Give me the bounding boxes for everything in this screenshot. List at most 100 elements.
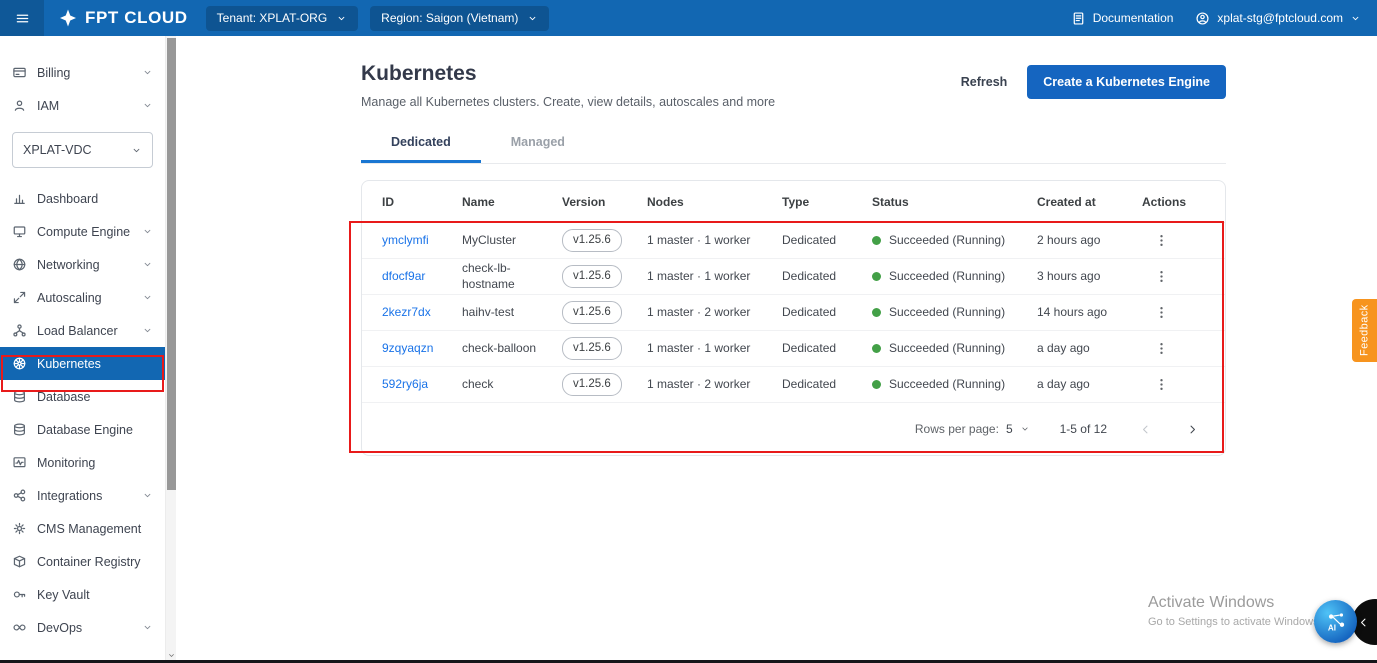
created-at-cell: a day ago <box>1037 341 1142 357</box>
row-actions-button[interactable] <box>1150 229 1173 252</box>
version-chip: v1.25.6 <box>562 337 622 360</box>
cluster-id-cell: ymclymfi <box>382 233 462 249</box>
cluster-id-link[interactable]: 9zqyaqzn <box>382 341 433 355</box>
status-badge: Succeeded (Running) <box>872 233 1037 249</box>
status-badge: Succeeded (Running) <box>872 341 1037 357</box>
brand: FPT CLOUD <box>58 8 188 28</box>
tab-dedicated[interactable]: Dedicated <box>361 123 481 163</box>
sidebar-item-compute-engine[interactable]: Compute Engine <box>0 215 165 248</box>
type-cell: Dedicated <box>782 341 872 357</box>
column-header-type: Type <box>782 195 872 209</box>
topbar-right: Documentation xplat-stg@fptcloud.com <box>1071 11 1377 26</box>
sidebar-item-integrations[interactable]: Integrations <box>0 479 165 512</box>
sidebar-item-label: Database <box>37 390 91 404</box>
documentation-link[interactable]: Documentation <box>1071 11 1174 26</box>
sidebar-item-kubernetes[interactable]: Kubernetes <box>0 347 165 380</box>
region-selector[interactable]: Region: Saigon (Vietnam) <box>370 6 549 31</box>
watermark-line2: Go to Settings to activate Windows <box>1148 616 1319 628</box>
sidebar-item-iam[interactable]: IAM <box>0 89 165 122</box>
sidebar-item-label: CMS Management <box>37 522 141 536</box>
tabs: Dedicated Managed <box>361 123 1226 164</box>
table-row: 2kezr7dxhaihv-testv1.25.61 master · 2 wo… <box>362 295 1225 331</box>
ai-assistant-button[interactable]: AI <box>1314 600 1357 643</box>
chevron-down-icon <box>142 100 153 111</box>
type-cell: Dedicated <box>782 233 872 249</box>
nodes-cell: 1 master · 1 worker <box>647 269 782 285</box>
sidebar-item-cms-management[interactable]: CMS Management <box>0 512 165 545</box>
cluster-name-cell: MyCluster <box>462 233 562 249</box>
sidebar-item-label: Networking <box>37 258 100 272</box>
page-header: Kubernetes Manage all Kubernetes cluster… <box>361 62 1226 109</box>
column-header-status: Status <box>872 195 1037 209</box>
actions-cell <box>1142 229 1205 253</box>
cluster-id-cell: 2kezr7dx <box>382 305 462 321</box>
row-actions-button[interactable] <box>1150 265 1173 288</box>
chevron-down-icon <box>142 622 153 633</box>
status-label: Succeeded (Running) <box>889 377 1005 393</box>
status-dot-icon <box>872 272 881 281</box>
tenant-selector[interactable]: Tenant: XPLAT-ORG <box>206 6 359 31</box>
sidebar-scrollbar-thumb[interactable] <box>167 38 176 490</box>
fpt-cloud-logo-icon <box>58 8 78 28</box>
sidebar-item-key-vault[interactable]: Key Vault <box>0 578 165 611</box>
nodes-cell: 1 master · 2 worker <box>647 305 782 321</box>
chevron-down-icon <box>1350 13 1361 24</box>
sidebar-item-database-engine[interactable]: Database Engine <box>0 413 165 446</box>
feedback-tab[interactable]: Feedback <box>1352 299 1377 362</box>
sidebar-item-load-balancer[interactable]: Load Balancer <box>0 314 165 347</box>
hamburger-menu-button[interactable] <box>0 0 44 36</box>
sidebar-item-monitoring[interactable]: Monitoring <box>0 446 165 479</box>
version-cell: v1.25.6 <box>562 229 647 252</box>
chevron-down-icon <box>131 145 142 156</box>
chevron-down-icon <box>142 325 153 336</box>
tab-managed[interactable]: Managed <box>481 123 595 163</box>
cluster-id-link[interactable]: 592ry6ja <box>382 377 428 391</box>
sidebar-item-label: Billing <box>37 66 70 80</box>
database-engine-icon <box>12 422 27 437</box>
row-actions-button[interactable] <box>1150 301 1173 324</box>
sidebar-item-database[interactable]: Database <box>0 380 165 413</box>
table-row: dfocf9archeck-lb-hostnamev1.25.61 master… <box>362 259 1225 295</box>
account-icon <box>1195 11 1210 26</box>
vdc-select[interactable]: XPLAT-VDC <box>12 132 153 168</box>
refresh-button[interactable]: Refresh <box>961 75 1008 89</box>
row-actions-button[interactable] <box>1150 337 1173 360</box>
sidebar-item-billing[interactable]: Billing <box>0 56 165 89</box>
created-at-cell: 14 hours ago <box>1037 305 1142 321</box>
sidebar-item-dashboard[interactable]: Dashboard <box>0 182 165 215</box>
account-label: xplat-stg@fptcloud.com <box>1217 11 1343 25</box>
table-row: 592ry6jacheckv1.25.61 master · 2 workerD… <box>362 367 1225 403</box>
sidebar-item-devops[interactable]: DevOps <box>0 611 165 644</box>
previous-page-button[interactable] <box>1137 421 1154 438</box>
column-header-nodes: Nodes <box>647 195 782 209</box>
billing-icon <box>12 65 27 80</box>
rows-per-page-select[interactable]: Rows per page: 5 <box>915 422 1030 436</box>
type-cell: Dedicated <box>782 305 872 321</box>
cluster-id-link[interactable]: dfocf9ar <box>382 269 425 283</box>
status-badge: Succeeded (Running) <box>872 377 1037 393</box>
nodes-cell: 1 master · 1 worker <box>647 233 782 249</box>
sidebar-item-networking[interactable]: Networking <box>0 248 165 281</box>
sidebar-scrollbar[interactable] <box>165 36 176 663</box>
sidebar-item-container-registry[interactable]: Container Registry <box>0 545 165 578</box>
actions-cell <box>1142 301 1205 325</box>
sidebar-item-label: DevOps <box>37 621 82 635</box>
chevron-right-icon <box>1186 423 1199 436</box>
row-actions-button[interactable] <box>1150 373 1173 396</box>
status-dot-icon <box>872 380 881 389</box>
cluster-id-link[interactable]: ymclymfi <box>382 233 429 247</box>
account-menu[interactable]: xplat-stg@fptcloud.com <box>1195 11 1361 26</box>
hamburger-icon <box>15 11 30 26</box>
sidebar-main-nav: DashboardCompute Engine Networking Autosca… <box>0 182 176 644</box>
version-chip: v1.25.6 <box>562 265 622 288</box>
table-row: ymclymfi MyClusterv1.25.61 master · 1 wor… <box>362 223 1225 259</box>
create-kubernetes-engine-button[interactable]: Create a Kubernetes Engine <box>1027 65 1226 99</box>
version-cell: v1.25.6 <box>562 337 647 360</box>
next-page-button[interactable] <box>1184 421 1201 438</box>
cluster-id-link[interactable]: 2kezr7dx <box>382 305 431 319</box>
chevron-down-icon <box>142 292 153 303</box>
kebab-menu-icon <box>1154 377 1169 392</box>
chevron-left-icon <box>1139 423 1152 436</box>
devops-icon <box>12 620 27 635</box>
sidebar-item-autoscaling[interactable]: Autoscaling <box>0 281 165 314</box>
